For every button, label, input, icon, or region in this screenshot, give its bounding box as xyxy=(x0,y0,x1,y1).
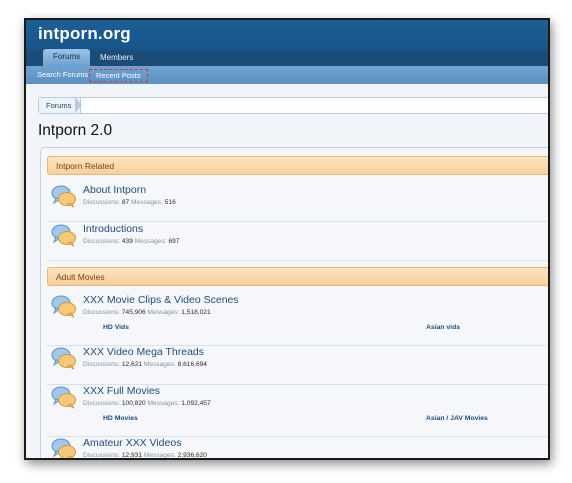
messages-label: Messages: xyxy=(134,238,167,245)
forum-row-mega-threads: XXX Video Mega Threads Discussions: 12,6… xyxy=(47,346,548,385)
speech-bubbles-icon xyxy=(51,386,76,409)
messages-count: 8,616,694 xyxy=(177,361,207,368)
main-nav: Forums Members xyxy=(26,49,548,66)
forum-stats: Discussions: 100,820 Messages: 1,092,457 xyxy=(83,400,211,407)
speech-bubbles-icon xyxy=(51,438,76,458)
forum-title-link[interactable]: XXX Video Mega Threads xyxy=(83,346,204,358)
browser-window: intporn.org Forums Members Search Forums… xyxy=(24,18,550,460)
subforum-link-asian-vids[interactable]: Asian vids xyxy=(426,324,460,331)
forum-row-about-intporn: About Intporn Discussions: 87 Messages: … xyxy=(47,184,548,222)
tab-members[interactable]: Members xyxy=(90,50,143,66)
discussions-count: 12,621 xyxy=(121,361,143,368)
forum-row-movie-clips: XXX Movie Clips & Video Scenes Discussio… xyxy=(47,294,548,346)
messages-count: 1,092,457 xyxy=(181,400,211,407)
category-header-adult-movies[interactable]: Adult Movies xyxy=(47,267,548,286)
recent-posts-link[interactable]: Recent Posts xyxy=(89,69,148,82)
speech-bubbles-icon xyxy=(51,224,76,247)
forum-title-link[interactable]: Introductions xyxy=(83,223,143,235)
forum-title-link[interactable]: XXX Movie Clips & Video Scenes xyxy=(83,294,239,306)
subforum-link-hd-movies[interactable]: HD Movies xyxy=(103,415,138,422)
discussions-label: Discussions: xyxy=(83,400,121,407)
forum-row-full-movies: XXX Full Movies Discussions: 100,820 Mes… xyxy=(47,385,548,437)
search-forums-link[interactable]: Search Forums xyxy=(31,69,94,82)
forum-row-introductions: Introductions Discussions: 439 Messages:… xyxy=(47,223,548,261)
discussions-label: Discussions: xyxy=(83,452,121,459)
discussions-count: 745,906 xyxy=(121,309,146,316)
site-logo[interactable]: intporn.org xyxy=(38,24,131,44)
forum-stats: Discussions: 12,621 Messages: 8,616,694 xyxy=(83,361,207,368)
forum-title-link[interactable]: Amateur XXX Videos xyxy=(83,437,181,449)
forum-row-amateur-videos: Amateur XXX Videos Discussions: 12,931 M… xyxy=(47,437,548,459)
forum-stats: Discussions: 12,931 Messages: 2,936,620 xyxy=(83,452,207,459)
category-header-intporn-related[interactable]: Intporn Related xyxy=(47,156,548,175)
discussions-label: Discussions: xyxy=(83,238,121,245)
messages-count: 1,518,021 xyxy=(181,309,211,316)
forum-title-link[interactable]: About Intporn xyxy=(83,184,146,196)
messages-count: 516 xyxy=(164,199,176,206)
messages-label: Messages: xyxy=(143,452,176,459)
forum-title-link[interactable]: XXX Full Movies xyxy=(83,385,160,397)
discussions-label: Discussions: xyxy=(83,309,121,316)
messages-count: 697 xyxy=(168,238,180,245)
forum-list: Intporn Related About Intporn Discussion… xyxy=(40,147,548,459)
discussions-label: Discussions: xyxy=(83,199,121,206)
messages-label: Messages: xyxy=(147,309,180,316)
subforum-link-asian-jav-movies[interactable]: Asian / JAV Movies xyxy=(426,415,488,422)
discussions-count: 87 xyxy=(121,199,130,206)
speech-bubbles-icon xyxy=(51,185,76,208)
forum-stats: Discussions: 87 Messages: 516 xyxy=(83,199,176,206)
subforum-link-hd-vids[interactable]: HD Vids xyxy=(103,324,129,331)
forum-stats: Discussions: 439 Messages: 697 xyxy=(83,238,179,245)
messages-count: 2,936,620 xyxy=(177,452,207,459)
speech-bubbles-icon xyxy=(51,347,76,370)
tab-forums[interactable]: Forums xyxy=(43,49,91,66)
page-title: Intporn 2.0 xyxy=(38,122,113,139)
discussions-label: Discussions: xyxy=(83,361,121,368)
speech-bubbles-icon xyxy=(51,295,76,318)
breadcrumb-arrow-icon xyxy=(75,97,82,113)
discussions-count: 439 xyxy=(121,238,133,245)
messages-label: Messages: xyxy=(147,400,180,407)
discussions-count: 12,931 xyxy=(121,452,143,459)
discussions-count: 100,820 xyxy=(121,400,146,407)
messages-label: Messages: xyxy=(143,361,176,368)
messages-label: Messages: xyxy=(131,199,163,206)
sub-nav: Search Forums Recent Posts xyxy=(26,66,548,84)
site-header: intporn.org xyxy=(26,20,548,50)
forum-stats: Discussions: 745,906 Messages: 1,518,021 xyxy=(83,309,211,316)
breadcrumb: Forums xyxy=(38,97,548,114)
